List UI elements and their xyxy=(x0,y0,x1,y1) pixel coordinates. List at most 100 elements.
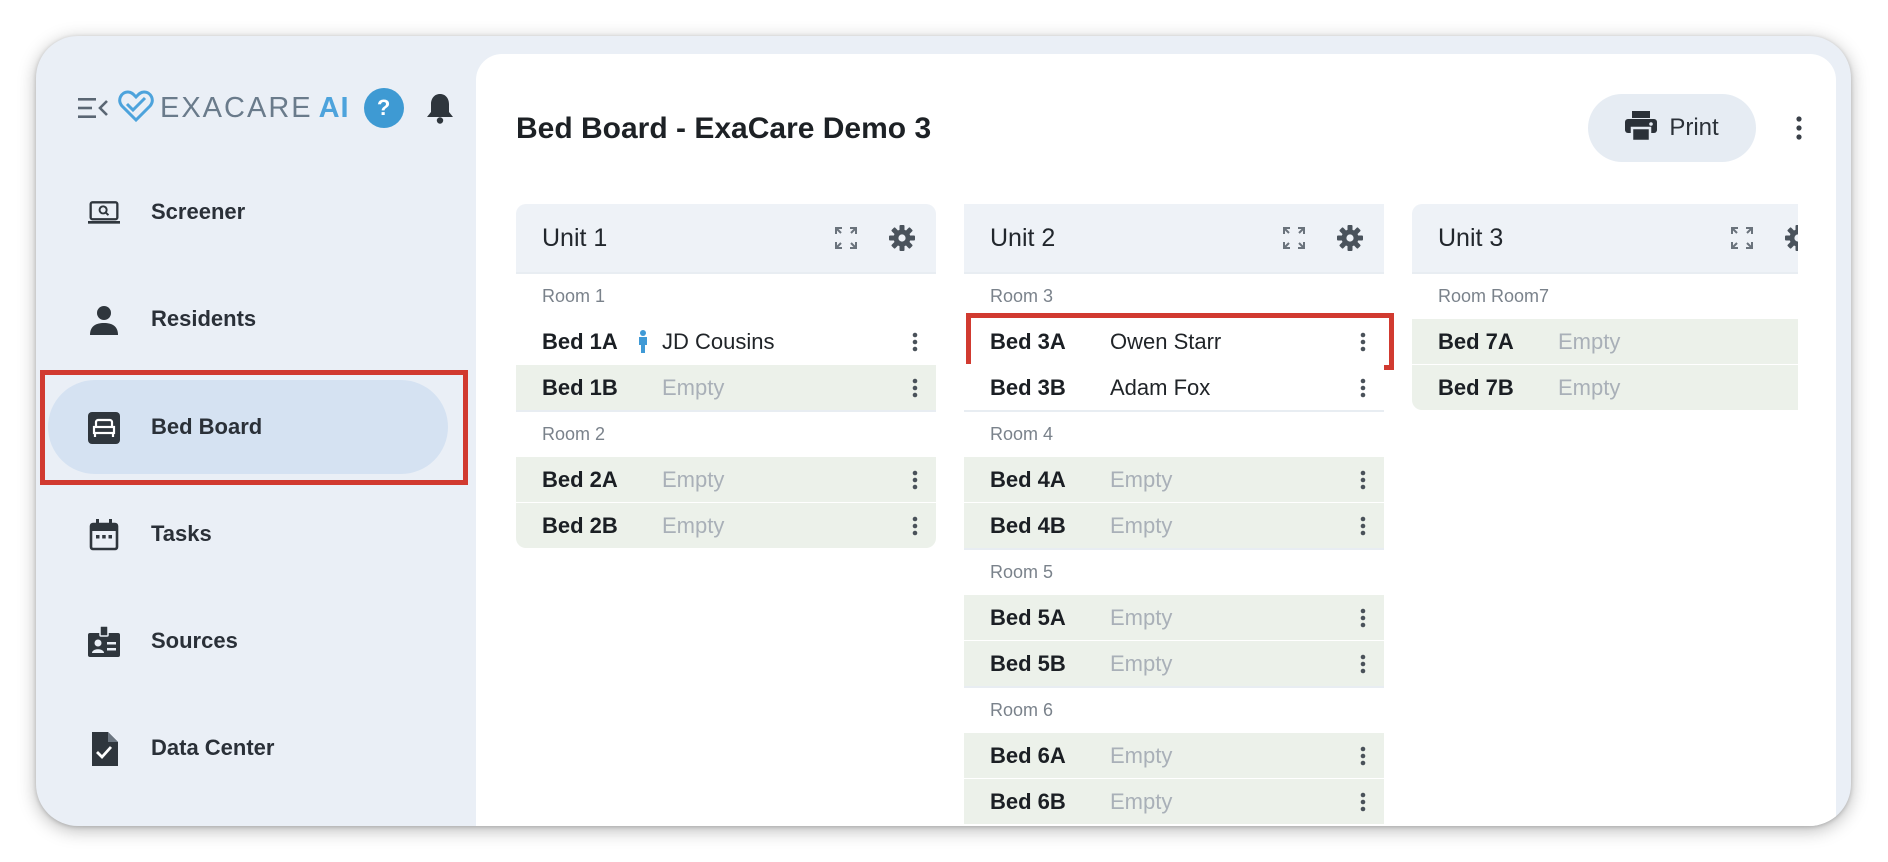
resident-person-icon xyxy=(636,330,650,354)
file-check-icon xyxy=(88,732,120,766)
bed-row[interactable]: Bed 7B Empty xyxy=(1412,364,1798,410)
gear-icon[interactable] xyxy=(1784,224,1798,252)
bed-name: Bed 7A xyxy=(1438,328,1514,354)
room-label: Room 3 xyxy=(964,272,1384,318)
resident-name[interactable]: JD Cousins xyxy=(662,329,774,355)
id-badge-icon xyxy=(88,626,120,658)
bed-options-icon[interactable] xyxy=(909,329,921,355)
bed-name: Bed 3B xyxy=(990,374,1066,400)
sidebar-item-residents[interactable]: Residents xyxy=(48,272,448,366)
bed-options-icon[interactable] xyxy=(1357,743,1369,769)
bed-options-icon[interactable] xyxy=(1357,513,1369,539)
sidebar-item-label: Bed Board xyxy=(151,414,263,439)
bed-options-icon[interactable] xyxy=(909,513,921,539)
bed-icon xyxy=(88,412,120,444)
app-window: EXACARE AI ? Screener Residents Bed Boar… xyxy=(36,36,1851,826)
exacare-logo: EXACARE AI xyxy=(118,89,350,127)
sidebar-item-label: Residents xyxy=(151,306,257,331)
bed-empty-status: Empty xyxy=(662,374,725,400)
bed-name: Bed 1B xyxy=(542,374,618,400)
units-board: Unit 1 Room 1 Bed 1A JD Cousins Bed 1B Empty R… xyxy=(516,204,1798,826)
sidebar-item-bed-board[interactable]: Bed Board xyxy=(48,380,448,474)
page-title: Bed Board - ExaCare Demo 3 xyxy=(516,112,932,145)
room-label: Room 4 xyxy=(964,410,1384,456)
bed-options-icon[interactable] xyxy=(1357,329,1369,355)
gear-icon[interactable] xyxy=(1336,224,1364,252)
bed-row[interactable]: Bed 2B Empty xyxy=(516,502,936,548)
more-options-icon[interactable] xyxy=(1786,108,1812,148)
expand-icon[interactable] xyxy=(1282,226,1306,250)
collapse-menu-icon[interactable] xyxy=(76,91,110,125)
bed-empty-status: Empty xyxy=(1110,466,1173,492)
gear-icon[interactable] xyxy=(888,224,916,252)
notifications-bell-icon[interactable] xyxy=(424,91,456,125)
bed-options-icon[interactable] xyxy=(1357,605,1369,631)
bed-options-icon[interactable] xyxy=(1357,651,1369,677)
logo-exacare-text: EXACARE xyxy=(160,91,313,124)
sidebar: EXACARE AI ? Screener Residents Bed Boar… xyxy=(36,36,476,826)
unit-header: Unit 1 xyxy=(516,204,936,272)
bed-options-icon[interactable] xyxy=(1357,467,1369,493)
bed-row[interactable]: Bed 2A Empty xyxy=(516,456,936,502)
bed-name: Bed 3A xyxy=(990,328,1066,354)
heart-logo-icon xyxy=(118,89,154,127)
bed-empty-status: Empty xyxy=(1110,650,1173,676)
bed-row[interactable]: Bed 1B Empty xyxy=(516,364,936,410)
unit-header: Unit 3 xyxy=(1412,204,1798,272)
bed-options-icon[interactable] xyxy=(909,467,921,493)
room-label: Room Room7 xyxy=(1412,272,1798,318)
bed-row[interactable]: Bed 3B Adam Fox xyxy=(964,364,1384,410)
sidebar-item-tasks[interactable]: Tasks xyxy=(48,487,448,581)
bed-row[interactable]: Bed 1A JD Cousins xyxy=(516,318,936,364)
print-button[interactable]: Print xyxy=(1588,94,1756,162)
sidebar-item-label: Tasks xyxy=(151,521,212,546)
bed-name: Bed 4A xyxy=(990,466,1066,492)
unit-title: Unit 3 xyxy=(1438,223,1504,252)
laptop-search-icon xyxy=(88,197,120,229)
printer-icon xyxy=(1625,110,1658,146)
sidebar-item-screener[interactable]: Screener xyxy=(48,165,448,259)
bed-name: Bed 2B xyxy=(542,512,618,538)
bed-empty-status: Empty xyxy=(1110,742,1173,768)
bed-name: Bed 6A xyxy=(990,742,1066,768)
unit-header: Unit 2 xyxy=(964,204,1384,272)
calendar-icon xyxy=(88,519,120,551)
bed-name: Bed 4B xyxy=(990,512,1066,538)
person-icon xyxy=(88,304,120,336)
bed-row[interactable]: Bed 6A Empty xyxy=(964,732,1384,778)
help-icon[interactable]: ? xyxy=(363,88,404,128)
sidebar-topbar: EXACARE AI ? xyxy=(76,80,456,136)
unit-card: Unit 3 Room Room7 Bed 7A Empty Bed 7B Empty xyxy=(1412,204,1798,410)
bed-name: Bed 5B xyxy=(990,650,1066,676)
sidebar-item-label: Screener xyxy=(151,199,246,224)
bed-name: Bed 1A xyxy=(542,328,618,354)
main-panel: Bed Board - ExaCare Demo 3 Print Unit 1 R… xyxy=(476,54,1836,826)
bed-name: Bed 7B xyxy=(1438,374,1514,400)
bed-row[interactable]: Bed 3A Owen Starr xyxy=(964,313,1394,370)
unit-title: Unit 2 xyxy=(990,223,1056,252)
bed-options-icon[interactable] xyxy=(909,375,921,401)
bed-row[interactable]: Bed 4B Empty xyxy=(964,502,1384,548)
bed-row[interactable]: Bed 5A Empty xyxy=(964,594,1384,640)
expand-icon[interactable] xyxy=(1730,226,1754,250)
bed-options-icon[interactable] xyxy=(1357,375,1369,401)
bed-row[interactable]: Bed 6B Empty xyxy=(964,778,1384,824)
bed-options-icon[interactable] xyxy=(1357,789,1369,815)
room-label: Room 1 xyxy=(516,272,936,318)
sidebar-item-label: Data Center xyxy=(151,735,275,760)
bed-empty-status: Empty xyxy=(1110,788,1173,814)
sidebar-item-sources[interactable]: Sources xyxy=(48,594,448,688)
bed-empty-status: Empty xyxy=(1110,604,1173,630)
bed-row[interactable]: Bed 4A Empty xyxy=(964,456,1384,502)
resident-name[interactable]: Owen Starr xyxy=(1110,329,1221,355)
bed-row[interactable]: Bed 5B Empty xyxy=(964,640,1384,686)
unit-card: Unit 1 Room 1 Bed 1A JD Cousins Bed 1B Empty R… xyxy=(516,204,936,548)
expand-icon[interactable] xyxy=(834,226,858,250)
sidebar-item-data-center[interactable]: Data Center xyxy=(48,701,448,795)
resident-name[interactable]: Adam Fox xyxy=(1110,375,1210,401)
bed-row[interactable]: Bed 7A Empty xyxy=(1412,318,1798,364)
bed-name: Bed 2A xyxy=(542,466,618,492)
bed-empty-status: Empty xyxy=(1558,328,1621,354)
bed-empty-status: Empty xyxy=(1558,374,1621,400)
room-label: Room 2 xyxy=(516,410,936,456)
